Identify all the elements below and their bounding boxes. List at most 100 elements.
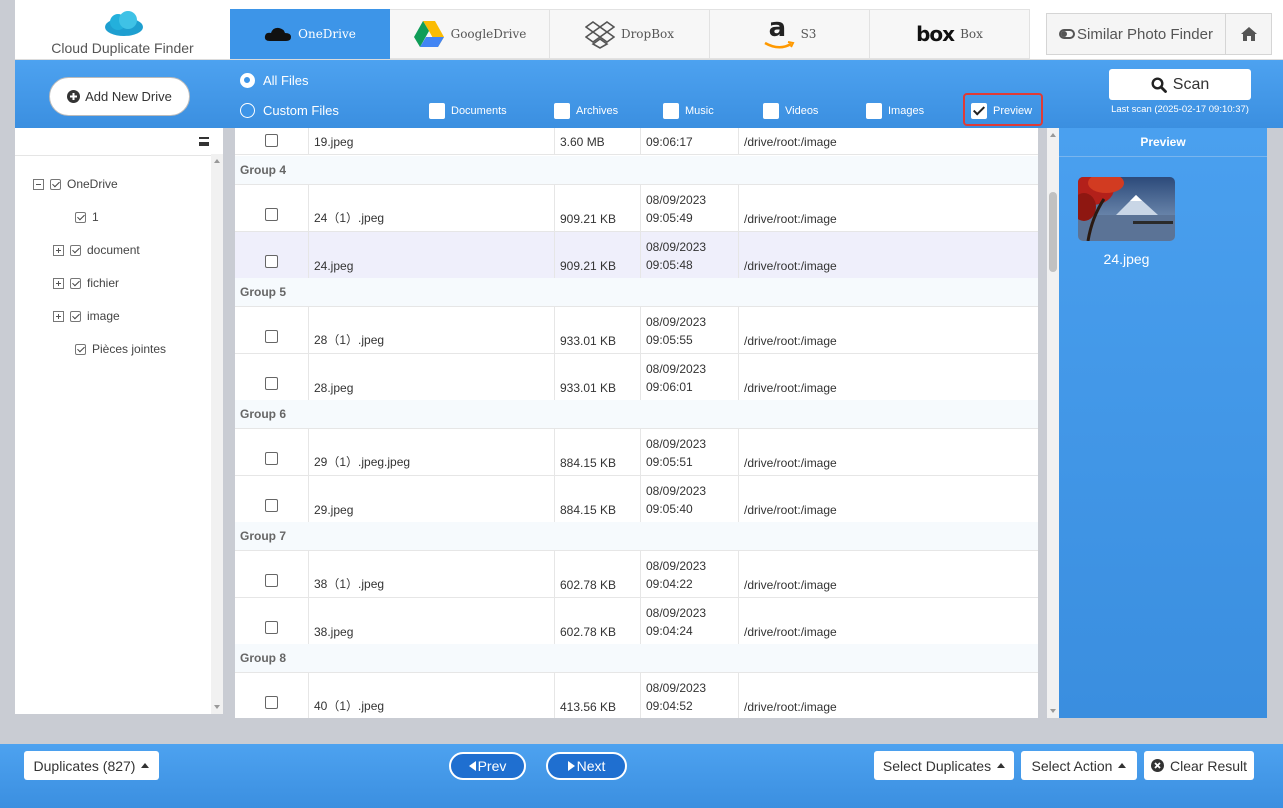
tree-item-fichier[interactable]: fichier: [53, 276, 119, 290]
tree-checkbox[interactable]: [70, 244, 81, 256]
filter-documents[interactable]: Documents: [429, 103, 507, 119]
googledrive-icon: [413, 21, 444, 47]
row-checkbox[interactable]: [265, 621, 278, 634]
tree-checkbox[interactable]: [70, 277, 81, 289]
expand-icon[interactable]: [53, 310, 64, 322]
table-row[interactable]: 19.jpeg 3.60 MB 09:06:17 /drive/root:/im…: [235, 128, 1038, 155]
group-header: Group 6: [235, 400, 1038, 429]
caret-right-icon: [567, 761, 575, 771]
tab-dropbox[interactable]: DropBox: [550, 9, 710, 59]
row-checkbox[interactable]: [265, 452, 278, 465]
custom-files-radio[interactable]: [240, 103, 255, 118]
tree-checkbox[interactable]: [50, 178, 61, 190]
tree-scrollbar[interactable]: [211, 154, 223, 714]
table-row[interactable]: 29（1）.jpeg.jpeg 884.15 KB 08/09/2023 09:0…: [235, 429, 1038, 476]
file-date: 08/09/2023: [646, 240, 707, 254]
tree-checkbox[interactable]: [70, 310, 81, 322]
tree-item-onedrive[interactable]: OneDrive: [33, 177, 118, 191]
collapse-icon[interactable]: [33, 178, 44, 190]
add-new-drive-button[interactable]: Add New Drive: [49, 77, 190, 116]
similar-photo-finder-label: Similar Photo Finder: [1077, 25, 1213, 43]
images-checkbox[interactable]: [866, 103, 882, 119]
tab-onedrive[interactable]: OneDrive: [230, 9, 390, 59]
preview-thumbnail[interactable]: [1078, 177, 1175, 241]
row-checkbox[interactable]: [265, 574, 278, 587]
file-size: 909.21 KB: [560, 212, 617, 226]
scroll-thumb[interactable]: [1049, 192, 1057, 272]
prev-button[interactable]: Prev: [449, 752, 526, 780]
tree-item-document[interactable]: document: [53, 243, 140, 257]
tree-item-label: document: [87, 243, 140, 257]
custom-files-option[interactable]: Custom Files: [240, 103, 339, 118]
all-files-radio[interactable]: [240, 73, 255, 88]
prev-label: Prev: [477, 758, 507, 774]
file-time: 09:04:22: [646, 577, 693, 591]
tree-checkbox[interactable]: [75, 343, 86, 355]
table-row[interactable]: 38.jpeg 602.78 KB 08/09/2023 09:04:24 /dr…: [235, 598, 1038, 645]
clear-result-button[interactable]: Clear Result: [1144, 751, 1254, 780]
table-row[interactable]: 28.jpeg 933.01 KB 08/09/2023 09:06:01 /dr…: [235, 354, 1038, 401]
row-checkbox[interactable]: [265, 330, 278, 343]
select-duplicates-dropdown[interactable]: Select Duplicates: [874, 751, 1014, 780]
archives-checkbox[interactable]: [554, 103, 570, 119]
select-action-dropdown[interactable]: Select Action: [1021, 751, 1137, 780]
preview-label: Preview: [993, 105, 1033, 117]
table-row[interactable]: 24（1）.jpeg 909.21 KB 08/09/2023 09:05:49 …: [235, 185, 1038, 232]
next-button[interactable]: Next: [546, 752, 627, 780]
table-row[interactable]: 38（1）.jpeg 602.78 KB 08/09/2023 09:04:22 …: [235, 551, 1038, 598]
documents-checkbox[interactable]: [429, 103, 445, 119]
group-header: Group 8: [235, 644, 1038, 673]
tab-googledrive[interactable]: GoogleDrive: [390, 9, 550, 59]
scroll-up-icon[interactable]: [1050, 130, 1056, 137]
expand-icon[interactable]: [53, 277, 64, 289]
row-checkbox[interactable]: [265, 134, 278, 147]
row-checkbox[interactable]: [265, 377, 278, 390]
expand-icon[interactable]: [53, 244, 64, 256]
file-size: 884.15 KB: [560, 456, 617, 470]
filter-videos[interactable]: Videos: [763, 103, 818, 119]
scan-button[interactable]: Scan: [1109, 69, 1251, 100]
preview-panel: Preview 24.jpeg: [1059, 128, 1267, 718]
menu-icon[interactable]: [199, 137, 209, 146]
tree-item-image[interactable]: image: [53, 309, 120, 323]
row-checkbox[interactable]: [265, 696, 278, 709]
app-title: Cloud Duplicate Finder: [51, 40, 194, 56]
tree-item-1[interactable]: 1: [75, 210, 99, 224]
table-row[interactable]: 40（1）.jpeg 413.56 KB 08/09/2023 09:04:52 …: [235, 673, 1038, 718]
file-name: 29.jpeg: [314, 503, 354, 517]
music-checkbox[interactable]: [663, 103, 679, 119]
tab-s3[interactable]: a S3: [710, 9, 870, 59]
file-path: /drive/root:/image: [744, 334, 837, 348]
similar-photo-finder-button[interactable]: Similar Photo Finder: [1046, 13, 1226, 55]
tree-checkbox[interactable]: [75, 211, 86, 223]
table-row[interactable]: 29.jpeg 884.15 KB 08/09/2023 09:05:40 /dr…: [235, 476, 1038, 523]
file-date: 08/09/2023: [646, 193, 707, 207]
all-files-option[interactable]: All Files: [240, 73, 309, 88]
landscape-photo: [1078, 177, 1175, 241]
last-scan-text: Last scan (2025-02-17 09:10:37): [1111, 104, 1249, 115]
table-row-selected[interactable]: 24.jpeg 909.21 KB 08/09/2023 09:05:48 /dr…: [235, 232, 1038, 279]
row-checkbox[interactable]: [265, 255, 278, 268]
scroll-up-icon[interactable]: [214, 156, 220, 163]
filter-music[interactable]: Music: [663, 103, 714, 119]
videos-checkbox[interactable]: [763, 103, 779, 119]
preview-checkbox[interactable]: [971, 103, 987, 119]
duplicates-dropdown[interactable]: Duplicates (827): [24, 751, 159, 780]
file-name: 24（1）.jpeg: [314, 211, 385, 225]
table-row[interactable]: 28（1）.jpeg 933.01 KB 08/09/2023 09:05:55 …: [235, 307, 1038, 354]
filter-images[interactable]: Images: [866, 103, 924, 119]
tab-box[interactable]: box Box: [870, 9, 1030, 59]
folder-tree: OneDrive 1 document fichier image Pièces…: [15, 128, 223, 714]
file-path: /drive/root:/image: [744, 456, 837, 470]
filter-archives[interactable]: Archives: [554, 103, 618, 119]
file-name: 28.jpeg: [314, 381, 354, 395]
scroll-down-icon[interactable]: [1050, 709, 1056, 716]
box-icon: box: [916, 22, 955, 46]
table-scrollbar[interactable]: [1047, 128, 1059, 718]
row-checkbox[interactable]: [265, 208, 278, 221]
home-button[interactable]: [1226, 13, 1272, 55]
filter-preview[interactable]: Preview: [971, 103, 1032, 119]
tree-item-pieces-jointes[interactable]: Pièces jointes: [75, 342, 166, 356]
scroll-down-icon[interactable]: [214, 705, 220, 712]
row-checkbox[interactable]: [265, 499, 278, 512]
